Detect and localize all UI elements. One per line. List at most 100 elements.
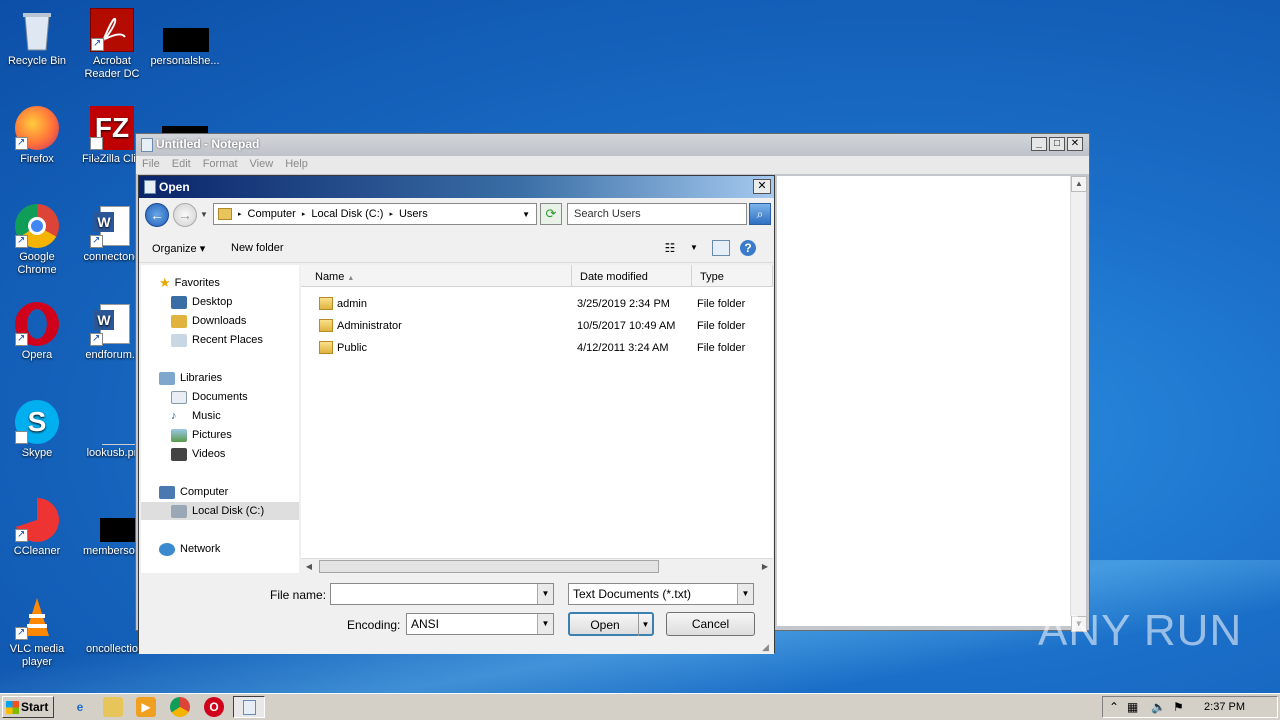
new-folder-button[interactable]: New folder	[231, 242, 284, 254]
nav-recent-places[interactable]: Recent Places	[171, 331, 263, 349]
encoding-dropdown-icon[interactable]: ▼	[537, 614, 553, 634]
pictures-icon	[171, 428, 187, 442]
network-icon	[159, 542, 175, 556]
menu-help[interactable]: Help	[285, 158, 308, 174]
file-row-admin[interactable]: admin 3/25/2019 2:34 PM File folder	[301, 293, 773, 315]
desktop-icon-recycle-bin[interactable]: Recycle Bin	[0, 8, 74, 68]
recent-locations-dropdown-icon[interactable]: ▼	[200, 210, 208, 219]
close-button[interactable]: ✕	[1067, 137, 1083, 151]
file-row-public[interactable]: Public 4/12/2011 3:24 AM File folder	[301, 337, 773, 359]
breadcrumb-users[interactable]: Users	[399, 208, 428, 220]
file-type-select[interactable]: Text Documents (*.txt) ▼	[568, 583, 754, 605]
file-name-input[interactable]: ▼	[330, 583, 554, 605]
search-icon[interactable]: ⌕	[749, 203, 771, 225]
scroll-up-arrow-icon[interactable]: ▲	[1071, 176, 1087, 192]
menu-format[interactable]: Format	[203, 158, 238, 174]
nav-favorites[interactable]: ★ Favorites	[159, 274, 220, 292]
scroll-right-arrow-icon[interactable]: ▶	[758, 560, 772, 574]
internet-explorer-icon[interactable]: e	[70, 697, 90, 717]
column-header-date[interactable]: Date modified	[572, 265, 692, 287]
folder-icon	[319, 319, 333, 332]
local-disk-icon	[171, 504, 187, 518]
desktop-icon-acrobat[interactable]: Acrobat Reader DC	[75, 8, 149, 81]
breadcrumb-local-disk[interactable]: Local Disk (C:)	[311, 208, 383, 220]
show-hidden-icons-icon[interactable]: ⌃	[1109, 700, 1119, 714]
notepad-text-area[interactable]: ▲ ▼	[776, 176, 1087, 632]
preview-pane-icon[interactable]	[712, 240, 730, 256]
search-input[interactable]: Search Users	[567, 203, 747, 225]
scrollbar-thumb[interactable]	[319, 560, 659, 573]
file-list-horizontal-scrollbar[interactable]: ◀ ▶	[301, 558, 773, 574]
column-header-name[interactable]: Name ▲	[301, 265, 572, 287]
file-name-label: File name:	[270, 588, 327, 602]
nav-downloads[interactable]: Downloads	[171, 312, 246, 330]
encoding-select[interactable]: ANSI ▼	[406, 613, 554, 635]
nav-libraries[interactable]: Libraries	[159, 369, 222, 387]
menu-edit[interactable]: Edit	[172, 158, 191, 174]
nav-local-disk[interactable]: Local Disk (C:)	[141, 502, 299, 520]
help-icon[interactable]: ?	[740, 240, 756, 256]
dialog-title-bar[interactable]: Open ✕	[139, 176, 774, 198]
dialog-footer: File name: ▼ Text Documents (*.txt) ▼ En…	[139, 574, 774, 654]
opera-icon[interactable]: O	[204, 697, 224, 717]
view-options-icon[interactable]: ☷	[661, 240, 679, 256]
network-tray-icon[interactable]: ▦	[1127, 700, 1138, 714]
breadcrumb-computer[interactable]: Computer	[248, 208, 296, 220]
action-center-flag-icon[interactable]: ⚑	[1173, 700, 1184, 714]
maximize-button[interactable]: □	[1049, 137, 1065, 151]
nav-videos[interactable]: Videos	[171, 445, 225, 463]
music-icon: ♪	[171, 410, 177, 422]
explorer-icon[interactable]	[103, 697, 123, 717]
menu-file[interactable]: File	[142, 158, 160, 174]
desktop-icon-chrome[interactable]: Google Chrome	[0, 204, 74, 277]
nav-music[interactable]: ♪ Music	[171, 407, 221, 425]
organize-button[interactable]: Organize ▾	[152, 242, 205, 255]
shortcut-arrow-icon	[15, 430, 28, 474]
shortcut-arrow-icon	[91, 37, 104, 51]
start-button[interactable]: Start	[2, 696, 54, 718]
dialog-close-button[interactable]: ✕	[753, 179, 771, 194]
column-header-type[interactable]: Type	[692, 265, 773, 287]
notepad-menu-bar: File Edit Format View Help	[136, 156, 1089, 174]
volume-icon[interactable]: 🔈	[1151, 700, 1166, 714]
notepad-taskbar-button[interactable]	[233, 696, 265, 718]
minimize-button[interactable]: _	[1031, 137, 1047, 151]
file-row-administrator[interactable]: Administrator 10/5/2017 10:49 AM File fo…	[301, 315, 773, 337]
nav-network[interactable]: Network	[159, 540, 220, 558]
notepad-title-bar[interactable]: Untitled - Notepad _ □ ✕	[136, 134, 1089, 156]
menu-view[interactable]: View	[250, 158, 274, 174]
desktop-icon-vlc[interactable]: VLC media player	[0, 596, 74, 669]
cancel-button[interactable]: Cancel	[666, 612, 755, 636]
nav-documents[interactable]: Documents	[171, 388, 248, 406]
notepad-title: Untitled - Notepad	[156, 137, 260, 151]
desktop-icon-ccleaner[interactable]: CCleaner	[0, 498, 74, 558]
vlc-icon	[15, 596, 59, 640]
notepad-vertical-scrollbar[interactable]: ▲ ▼	[1070, 176, 1087, 632]
file-name-dropdown-icon[interactable]: ▼	[537, 584, 553, 604]
back-button[interactable]: ←	[145, 203, 169, 227]
nav-pictures[interactable]: Pictures	[171, 426, 232, 444]
desktop-icon-firefox[interactable]: Firefox	[0, 106, 74, 166]
refresh-button[interactable]: ⟳	[540, 203, 562, 225]
windows-logo-icon	[6, 701, 19, 714]
forward-button[interactable]: →	[173, 203, 197, 227]
desktop-icon-personalshe[interactable]: personalshe...	[148, 8, 222, 68]
chrome-icon[interactable]	[170, 697, 190, 717]
address-dropdown-icon[interactable]: ▼	[522, 210, 530, 219]
clock[interactable]: 2:37 PM	[1204, 701, 1245, 713]
navigation-pane: ★ Favorites Desktop Downloads Recent Plac…	[141, 265, 299, 573]
view-dropdown-icon[interactable]: ▼	[685, 240, 703, 256]
notepad-icon	[144, 180, 156, 194]
desktop-icon-skype[interactable]: S Skype	[0, 400, 74, 474]
desktop-icon-opera[interactable]: Opera	[0, 302, 74, 362]
open-button[interactable]: Open ▼	[568, 612, 654, 636]
media-player-icon[interactable]: ▶	[136, 697, 156, 717]
nav-desktop[interactable]: Desktop	[171, 293, 232, 311]
nav-computer[interactable]: Computer	[159, 483, 228, 501]
scroll-left-arrow-icon[interactable]: ◀	[302, 560, 316, 574]
resize-grip-icon[interactable]: ◢	[762, 642, 772, 652]
shortcut-arrow-icon	[15, 136, 28, 150]
address-bar[interactable]: ▸ Computer ▸ Local Disk (C:) ▸ Users ▼	[213, 203, 537, 225]
open-dropdown-icon[interactable]: ▼	[638, 614, 652, 636]
file-type-dropdown-icon[interactable]: ▼	[737, 584, 753, 604]
